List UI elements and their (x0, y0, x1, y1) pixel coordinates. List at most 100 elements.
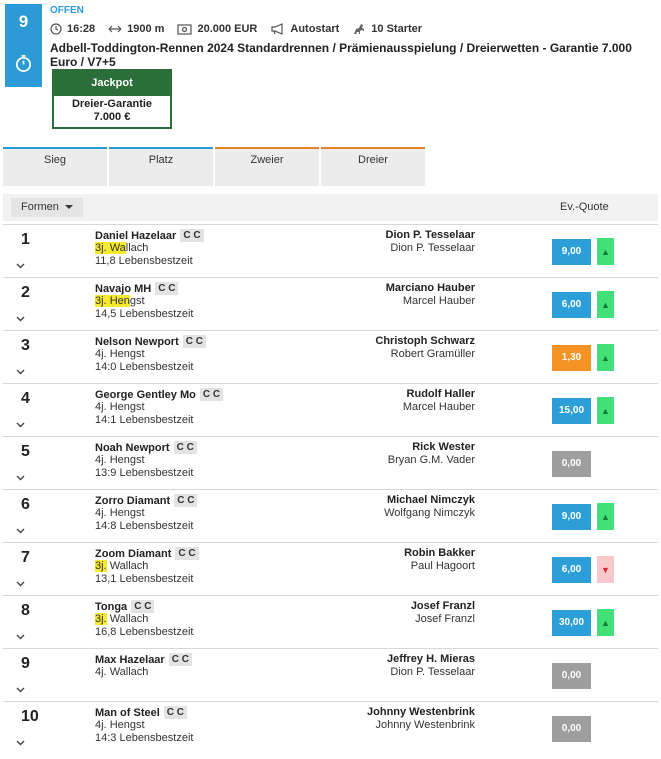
age: 3j. (95, 295, 107, 307)
odds-button[interactable]: 6,00 (552, 557, 591, 583)
odds-button[interactable]: 1,30 (552, 345, 591, 371)
driver-name: Christoph Schwarz (375, 335, 475, 347)
chevron-down-icon[interactable] (16, 687, 25, 693)
chevron-down-icon[interactable] (16, 634, 25, 640)
horse-name-line[interactable]: Noah Newport C C (95, 441, 197, 454)
horse-name[interactable]: Nelson Newport (95, 336, 179, 348)
trend-up-icon: ▲ (597, 291, 614, 318)
best-time: 11,8 Lebensbestzeit (95, 255, 193, 267)
chevron-down-icon[interactable] (16, 528, 25, 534)
chevron-down-icon[interactable] (16, 475, 25, 481)
driver-name: Rudolf Haller (406, 388, 475, 400)
gender: Wallach (109, 613, 149, 625)
gender: Wallach (109, 560, 149, 572)
trainer-name: Bryan G.M. Vader (387, 454, 475, 466)
runner-row[interactable]: 1 Daniel Hazelaar C C 3j. Wallach 11,8 Leben… (3, 224, 658, 277)
horse-name[interactable]: Zoom Diamant (95, 548, 171, 560)
race-number: 9 (18, 12, 29, 31)
race-start-type: Autostart (270, 23, 339, 35)
runner-row[interactable]: 9 Max Hazelaar C C 4j. Wallach Jeffrey H. Mi… (3, 648, 658, 701)
age-highlight: 3j. (95, 613, 107, 625)
horse-info: 3j. Hengst 14,5 Lebensbestzeit (95, 295, 193, 321)
runner-row[interactable]: 5 Noah Newport C C 4j. Hengst 13:9 Lebensbes… (3, 436, 658, 489)
tab-dreier[interactable]: Dreier (321, 147, 425, 186)
start-number: 10 (21, 708, 39, 725)
odds-button[interactable]: 15,00 (552, 398, 591, 424)
horse-tags: C C (155, 282, 179, 295)
horse-name[interactable]: Daniel Hazelaar (95, 230, 176, 242)
horse-name[interactable]: Tonga (95, 601, 127, 613)
horse-name[interactable]: Navajo MH (95, 283, 151, 295)
tab-zweier[interactable]: Zweier (215, 147, 319, 186)
odds-column-header: Ev.-Quote (560, 201, 609, 213)
race-distance: 1900 m (108, 23, 164, 35)
age-highlight: 3j. Hen (95, 295, 130, 307)
chevron-down-icon[interactable] (16, 369, 25, 375)
jackpot-box: Jackpot Dreier-Garantie 7.000 € (52, 69, 172, 129)
horse-info: 3j. Wallach 11,8 Lebensbestzeit (95, 242, 193, 268)
horse-icon (354, 24, 365, 34)
odds-button[interactable]: 0,00 (552, 716, 591, 742)
horse-name[interactable]: Zorro Diamant (95, 495, 170, 507)
trainer-name: Dion P. Tesselaar (390, 242, 475, 254)
age-highlight: 3j. (95, 560, 107, 572)
horse-info: 4j. Wallach (95, 666, 148, 679)
horse-name[interactable]: Man of Steel (95, 707, 160, 719)
horse-name[interactable]: Max Hazelaar (95, 654, 165, 666)
horse-name-line[interactable]: George Gentley Mo C C (95, 388, 224, 401)
horse-name-line[interactable]: Daniel Hazelaar C C (95, 229, 204, 242)
chevron-down-icon[interactable] (16, 263, 25, 269)
horse-name-line[interactable]: Navajo MH C C (95, 282, 179, 295)
trainer-name: Robert Gramüller (390, 348, 475, 360)
race-time: 16:28 (50, 23, 95, 35)
horse-name[interactable]: Noah Newport (95, 442, 170, 454)
gender-rest: gst (129, 295, 145, 307)
race-purse: 20.000 EUR (177, 23, 257, 35)
horse-name-line[interactable]: Max Hazelaar C C (95, 653, 192, 666)
horse-name-line[interactable]: Zorro Diamant C C (95, 494, 198, 507)
trainer-name: Dion P. Tesselaar (390, 666, 475, 678)
runner-row[interactable]: 3 Nelson Newport C C 4j. Hengst 14:0 Lebensb… (3, 330, 658, 383)
horse-name-line[interactable]: Nelson Newport C C (95, 335, 206, 348)
runner-row[interactable]: 2 Navajo MH C C 3j. Hengst 14,5 Lebensbestze… (3, 277, 658, 330)
horse-name-line[interactable]: Man of Steel C C (95, 706, 188, 719)
odds-button[interactable]: 9,00 (552, 239, 591, 265)
rider-info: Rick Wester Bryan G.M. Vader (388, 441, 475, 467)
gender: Hengst (109, 507, 145, 519)
odds-button[interactable]: 30,00 (552, 610, 591, 636)
odds-button[interactable]: 6,00 (552, 292, 591, 318)
driver-name: Johnny Westenbrink (367, 706, 475, 718)
age: 4j. (95, 348, 107, 360)
chevron-down-icon[interactable] (16, 422, 25, 428)
horse-name-line[interactable]: Zoom Diamant C C (95, 547, 199, 560)
chevron-down-icon[interactable] (16, 581, 25, 587)
start-number: 9 (21, 655, 30, 672)
start-number: 8 (21, 602, 30, 619)
chevron-down-icon[interactable] (16, 740, 25, 746)
start-number: 6 (21, 496, 30, 513)
runner-row[interactable]: 4 George Gentley Mo C C 4j. Hengst 14:1 Lebe… (3, 383, 658, 436)
chevron-down-icon[interactable] (16, 316, 25, 322)
tab-sieg[interactable]: Sieg (3, 147, 107, 186)
best-time: 14,5 Lebensbestzeit (95, 308, 194, 320)
horse-tags: C C (173, 441, 197, 454)
odds-button[interactable]: 9,00 (552, 504, 591, 530)
runner-row[interactable]: 6 Zorro Diamant C C 4j. Hengst 14:8 Lebensbe… (3, 489, 658, 542)
runner-row[interactable]: 7 Zoom Diamant C C 3j. Wallach 13,1 Lebensbe… (3, 542, 658, 595)
odds-button[interactable]: 0,00 (552, 663, 591, 689)
horse-name-line[interactable]: Tonga C C (95, 600, 155, 613)
start-number: 3 (21, 337, 30, 354)
sort-dropdown[interactable]: Formen (11, 198, 83, 217)
runner-row[interactable]: 8 Tonga C C 3j. Wallach 16,8 Lebensbestzeit J… (3, 595, 658, 648)
trainer-name: Paul Hagoort (410, 560, 475, 572)
tab-platz[interactable]: Platz (109, 147, 213, 186)
odds-button[interactable]: 0,00 (552, 451, 591, 477)
best-time: 14:8 Lebensbestzeit (95, 520, 194, 532)
runner-row[interactable]: 10 Man of Steel C C 4j. Hengst 14:3 Lebensbe… (3, 701, 658, 754)
trend-up-icon: ▲ (597, 609, 614, 636)
gender-highlight: Hen (109, 295, 130, 307)
gender: Hengst (109, 719, 145, 731)
age: 4j. (95, 401, 107, 413)
gender: Hengst (109, 401, 145, 413)
horse-name[interactable]: George Gentley Mo (95, 389, 196, 401)
